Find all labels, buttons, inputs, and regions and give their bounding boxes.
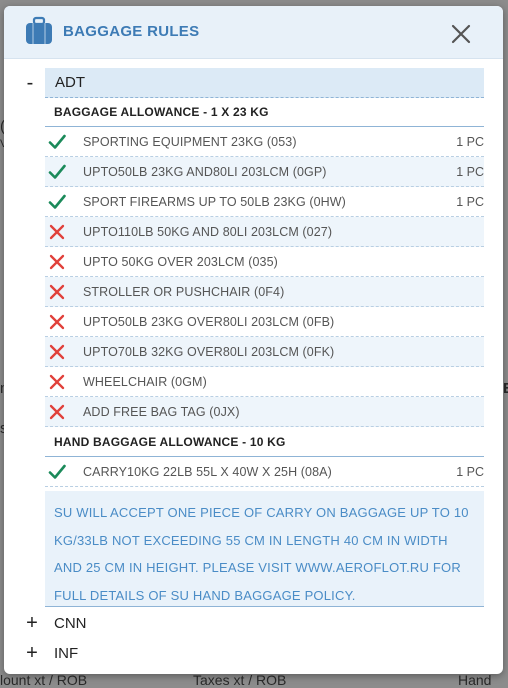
baggage-rule-text: WHEELCHAIR (0GM): [83, 375, 207, 389]
cross-icon: [48, 313, 66, 331]
cross-icon: [48, 343, 66, 361]
collapse-adt-toggle[interactable]: -: [22, 72, 38, 95]
baggage-rule-row: SPORT FIREARMS UP TO 50LB 23KG (0HW) 1 PC: [45, 187, 484, 217]
baggage-rule-text: SPORTING EQUIPMENT 23KG (053): [83, 135, 297, 149]
baggage-allowance-heading-text: BAGGAGE ALLOWANCE - 1 X 23 KG: [54, 105, 269, 119]
background-fragment: Taxes xt / ROB: [193, 672, 287, 688]
baggage-rule-quantity: 1 PC: [456, 165, 484, 179]
passenger-type-cnn[interactable]: CNN: [54, 615, 87, 632]
check-icon: [48, 193, 66, 211]
baggage-rule-text: STROLLER OR PUSHCHAIR (0F4): [83, 285, 285, 299]
background-fragment: E: [503, 380, 508, 397]
cross-icon: [48, 373, 66, 391]
expand-cnn-toggle[interactable]: +: [24, 612, 40, 635]
baggage-rule-row: STROLLER OR PUSHCHAIR (0F4): [45, 277, 484, 307]
cross-icon: [48, 223, 66, 241]
baggage-rule-text: ADD FREE BAG TAG (0JX): [83, 405, 240, 419]
check-icon: [48, 163, 66, 181]
baggage-rules-modal: BAGGAGE RULES - ADT BAGGAGE ALLOWANCE - …: [4, 6, 503, 674]
check-icon: [48, 133, 66, 151]
hand-baggage-policy-note: SU WILL ACCEPT ONE PIECE OF CARRY ON BAG…: [45, 491, 484, 607]
cross-icon: [48, 253, 66, 271]
hand-baggage-heading: HAND BAGGAGE ALLOWANCE - 10 KG: [45, 427, 484, 457]
baggage-rule-text: UPTO70LB 32KG OVER80LI 203LCM (0FK): [83, 345, 335, 359]
baggage-rule-text: UPTO50LB 23KG AND80LI 203LCM (0GP): [83, 165, 327, 179]
cross-icon: [48, 403, 66, 421]
baggage-rule-quantity: 1 PC: [456, 465, 484, 479]
expand-inf-toggle[interactable]: +: [24, 642, 40, 665]
background-fragment: lount xt / ROB: [0, 672, 88, 688]
baggage-rule-quantity: 1 PC: [456, 195, 484, 209]
baggage-rule-text: CARRY10KG 22LB 55L X 40W X 25H (08A): [83, 465, 332, 479]
baggage-rule-row: UPTO50LB 23KG OVER80LI 203LCM (0FB): [45, 307, 484, 337]
baggage-rule-row: UPTO70LB 32KG OVER80LI 203LCM (0FK): [45, 337, 484, 367]
baggage-rule-row: CARRY10KG 22LB 55L X 40W X 25H (08A) 1 PC: [45, 457, 484, 487]
note-line: AND 25 CM IN HEIGHT. PLEASE VISIT WWW.AE…: [54, 560, 461, 575]
baggage-rule-text: SPORT FIREARMS UP TO 50LB 23KG (0HW): [83, 195, 346, 209]
baggage-rule-row: UPTO 50KG OVER 203LCM (035): [45, 247, 484, 277]
baggage-rule-row: ADD FREE BAG TAG (0JX): [45, 397, 484, 427]
modal-header: BAGGAGE RULES: [4, 6, 503, 59]
baggage-rule-row: UPTO50LB 23KG AND80LI 203LCM (0GP) 1 PC: [45, 157, 484, 187]
baggage-rule-row: SPORTING EQUIPMENT 23KG (053) 1 PC: [45, 127, 484, 157]
baggage-rule-row: WHEELCHAIR (0GM): [45, 367, 484, 397]
passenger-type-adt[interactable]: ADT: [45, 68, 484, 98]
passenger-type-label: ADT: [55, 74, 85, 91]
suitcase-icon: [26, 16, 52, 44]
check-icon: [48, 463, 66, 481]
note-line: FULL DETAILS OF SU HAND BAGGAGE POLICY.: [54, 587, 356, 603]
baggage-rule-text: UPTO 50KG OVER 203LCM (035): [83, 255, 278, 269]
baggage-rule-text: UPTO110LB 50KG AND 80LI 203LCM (027): [83, 225, 333, 239]
baggage-rule-text: UPTO50LB 23KG OVER80LI 203LCM (0FB): [83, 315, 335, 329]
hand-baggage-heading-text: HAND BAGGAGE ALLOWANCE - 10 KG: [54, 435, 286, 449]
passenger-type-inf[interactable]: INF: [54, 645, 78, 662]
baggage-rule-row: UPTO110LB 50KG AND 80LI 203LCM (027): [45, 217, 484, 247]
baggage-allowance-heading: BAGGAGE ALLOWANCE - 1 X 23 KG: [45, 97, 484, 127]
note-line: SU WILL ACCEPT ONE PIECE OF CARRY ON BAG…: [54, 505, 469, 520]
close-icon[interactable]: [450, 23, 472, 45]
cross-icon: [48, 283, 66, 301]
background-fragment: Hand: [458, 672, 492, 688]
note-line: KG/33LB NOT EXCEEDING 55 CM IN LENGTH 40…: [54, 532, 448, 548]
modal-title: BAGGAGE RULES: [63, 23, 200, 40]
baggage-rule-quantity: 1 PC: [456, 135, 484, 149]
